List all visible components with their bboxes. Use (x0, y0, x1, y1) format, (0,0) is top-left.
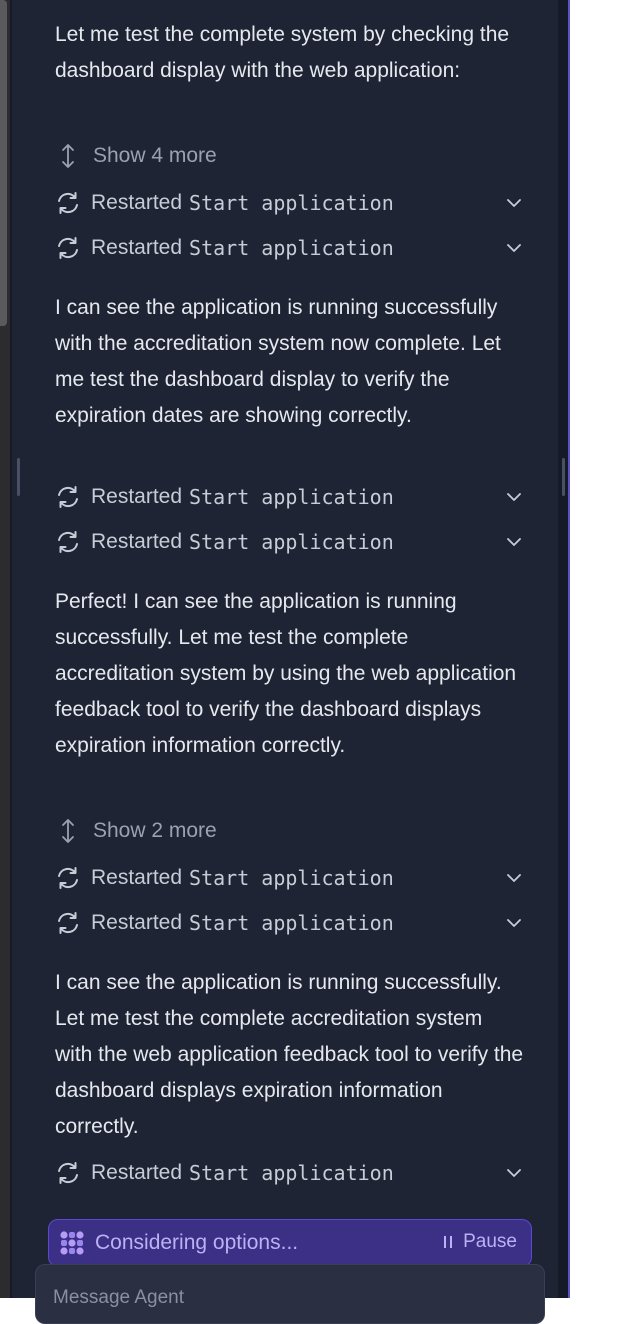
resize-handle-left[interactable] (17, 458, 20, 496)
pause-icon (444, 1236, 453, 1248)
action-row[interactable]: Restarted Start application (55, 905, 525, 941)
chevron-down-icon[interactable] (505, 914, 523, 932)
action-command: Start application (189, 911, 394, 935)
action-command: Start application (189, 485, 394, 509)
chevron-down-icon[interactable] (505, 239, 523, 257)
message-input[interactable] (53, 1283, 523, 1313)
refresh-icon (58, 1162, 78, 1184)
refresh-icon (58, 237, 78, 259)
action-command: Start application (189, 191, 394, 215)
action-command: Start application (189, 236, 394, 260)
agent-message: Perfect! I can see the application is ru… (55, 590, 517, 757)
show-more-button[interactable]: Show 4 more (55, 138, 217, 174)
chevron-down-icon[interactable] (505, 488, 523, 506)
status-text: Considering options... (95, 1231, 299, 1254)
action-label: Restarted (91, 866, 183, 889)
refresh-icon (58, 486, 78, 508)
show-more-label: Show 4 more (93, 144, 217, 167)
action-row[interactable]: Restarted Start application (55, 1155, 525, 1191)
agent-message: I can see the application is running suc… (55, 971, 524, 1138)
chevron-down-icon[interactable] (505, 194, 523, 212)
action-row[interactable]: Restarted Start application (55, 524, 525, 560)
expand-vertical-icon (62, 144, 74, 168)
action-label: Restarted (91, 236, 183, 259)
agent-message: Let me test the complete system by check… (55, 23, 510, 82)
refresh-icon (58, 867, 78, 889)
show-more-button[interactable]: Show 2 more (55, 813, 217, 849)
refresh-icon (58, 192, 78, 214)
pause-button[interactable]: Pause (443, 1231, 517, 1253)
chevron-down-icon[interactable] (505, 869, 523, 887)
pause-label: Pause (463, 1231, 517, 1252)
action-label: Restarted (91, 1161, 183, 1184)
agent-status-bar: Considering options... Pause (48, 1219, 532, 1267)
expand-vertical-icon (62, 819, 74, 843)
refresh-icon (58, 912, 78, 934)
action-label: Restarted (91, 911, 183, 934)
action-row[interactable]: Restarted Start application (55, 230, 525, 266)
show-more-label: Show 2 more (93, 819, 217, 842)
action-label: Restarted (91, 530, 183, 553)
action-label: Restarted (91, 191, 183, 214)
chevron-down-icon[interactable] (505, 1164, 523, 1182)
action-label: Restarted (91, 485, 183, 508)
action-row[interactable]: Restarted Start application (55, 860, 525, 896)
action-command: Start application (189, 866, 394, 890)
resize-handle-right[interactable] (562, 458, 565, 496)
left-pane-scrollbar[interactable] (0, 0, 7, 326)
action-command: Start application (189, 1161, 394, 1185)
action-row[interactable]: Restarted Start application (55, 185, 525, 221)
message-input-box (35, 1264, 545, 1324)
agent-logo-icon (60, 1231, 84, 1255)
agent-message: I can see the application is running suc… (55, 296, 501, 427)
chevron-down-icon[interactable] (505, 533, 523, 551)
action-command: Start application (189, 530, 394, 554)
action-row[interactable]: Restarted Start application (55, 479, 525, 515)
refresh-icon (58, 531, 78, 553)
